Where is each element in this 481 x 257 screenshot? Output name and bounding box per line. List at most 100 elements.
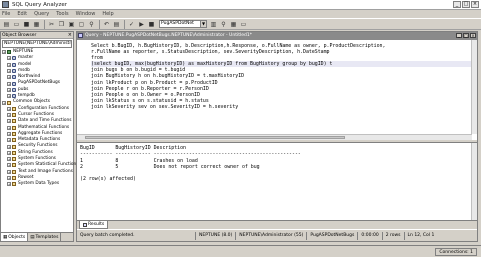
- folder-icon: [12, 163, 16, 168]
- maximize-button[interactable]: □: [462, 1, 470, 8]
- folder-icon: [12, 132, 16, 136]
- code-line: join lkSeverity sev on sev.SeverityID = …: [91, 103, 239, 110]
- expand-icon[interactable]: +: [7, 94, 11, 99]
- status-elapsed: 0:00:00: [357, 231, 381, 240]
- results-pane-icon[interactable]: ▭: [239, 20, 248, 29]
- expand-icon[interactable]: +: [7, 87, 11, 92]
- scrollbar-thumb[interactable]: [85, 136, 345, 139]
- tab-templates[interactable]: ▤ Templates: [28, 233, 62, 241]
- close-icon[interactable]: ×: [68, 32, 72, 39]
- query-maximize-button[interactable]: □: [463, 33, 469, 38]
- status-position: Ln 12, Col 1: [403, 231, 438, 240]
- expand-icon[interactable]: +: [7, 157, 11, 162]
- close-button[interactable]: ×: [471, 1, 479, 8]
- menu-query[interactable]: Query: [34, 11, 49, 17]
- folder-icon: [7, 100, 11, 105]
- server-select[interactable]: NEPTUNE(NEPTUNE\Administrator): [2, 40, 72, 48]
- expand-icon[interactable]: +: [7, 182, 11, 187]
- title-bar: SQL Query Analyzer _ □ ×: [0, 0, 481, 10]
- expand-icon[interactable]: +: [7, 69, 11, 74]
- menu-window[interactable]: Window: [76, 11, 96, 17]
- object-search-icon[interactable]: ⚲: [219, 20, 228, 29]
- folder-icon: [12, 106, 16, 111]
- status-database: PugASPDotNetBugs: [306, 231, 357, 240]
- results-pane[interactable]: BugID BugHistoryID Description ----------…: [77, 143, 472, 220]
- results-vertical-scrollbar[interactable]: [471, 143, 477, 220]
- parse-query-icon[interactable]: ✓: [127, 20, 136, 29]
- toolbar: ▤ ▭ ■ ▦ ✂ ❐ ▣ ▢ ⚲ ↶ ▤ ✓ ▶ ■ PugASPDotNet…: [0, 18, 481, 30]
- paste-icon[interactable]: ▣: [67, 20, 76, 29]
- expand-icon[interactable]: +: [7, 75, 11, 80]
- objects-icon: ▦: [3, 234, 8, 240]
- folder-icon: [12, 144, 16, 149]
- database-icon: [12, 94, 16, 99]
- undo-icon[interactable]: ↶: [102, 20, 111, 29]
- grid-icon: [83, 222, 87, 227]
- folder-icon: [12, 150, 16, 155]
- query-editor[interactable]: Select b.BugID, h.BugHistoryID, b.Descri…: [77, 40, 472, 134]
- window-title: SQL Query Analyzer: [12, 1, 68, 8]
- tree-item[interactable]: + System Data Types: [2, 181, 73, 187]
- clear-icon[interactable]: ▢: [77, 20, 86, 29]
- status-server: NEPTUNE (8.0): [195, 231, 235, 240]
- cancel-query-icon[interactable]: ■: [147, 20, 156, 29]
- expand-icon[interactable]: +: [7, 56, 11, 61]
- save-icon[interactable]: ■: [22, 20, 31, 29]
- database-icon: [12, 69, 16, 74]
- toolbar-separator: [44, 19, 45, 29]
- query-minimize-button[interactable]: _: [456, 33, 462, 38]
- expand-icon[interactable]: +: [2, 100, 6, 105]
- folder-icon: [12, 157, 16, 162]
- tab-objects[interactable]: ▦ Objects: [1, 233, 29, 241]
- expand-icon[interactable]: +: [7, 62, 11, 67]
- expand-icon[interactable]: +: [7, 150, 11, 155]
- find-icon[interactable]: ⚲: [87, 20, 96, 29]
- status-rows: 2 rows: [381, 231, 404, 240]
- folder-icon: [12, 182, 16, 187]
- chevron-down-icon: ▼: [200, 21, 206, 27]
- result-line: (2 row(s) affected): [80, 176, 136, 183]
- expand-icon[interactable]: +: [7, 138, 11, 143]
- menu-help[interactable]: Help: [102, 11, 113, 17]
- expand-icon[interactable]: +: [7, 169, 11, 174]
- folder-icon: [12, 119, 16, 124]
- insert-template-icon[interactable]: ▦: [32, 20, 41, 29]
- execute-query-icon[interactable]: ▶: [137, 20, 146, 29]
- database-icon: [12, 56, 16, 61]
- minimize-button[interactable]: _: [453, 1, 461, 8]
- menu-tools[interactable]: Tools: [56, 11, 68, 17]
- expand-icon[interactable]: +: [7, 144, 11, 149]
- current-connection-icon[interactable]: ▦: [229, 20, 238, 29]
- menu-file[interactable]: File: [2, 11, 10, 17]
- copy-icon[interactable]: ❐: [57, 20, 66, 29]
- expand-icon[interactable]: +: [7, 132, 11, 136]
- new-query-icon[interactable]: ▤: [2, 20, 11, 29]
- tab-results[interactable]: Results: [79, 221, 109, 229]
- query-close-button[interactable]: ×: [470, 33, 476, 38]
- expand-icon[interactable]: +: [7, 176, 11, 181]
- object-browser-icon[interactable]: ▥: [209, 20, 218, 29]
- cut-icon[interactable]: ✂: [47, 20, 56, 29]
- server-icon: [7, 50, 11, 55]
- expand-icon[interactable]: +: [7, 119, 11, 124]
- results-mode-icon[interactable]: ▤: [112, 20, 121, 29]
- database-icon: [12, 81, 16, 86]
- database-select-value: PugASPDotNet: [161, 21, 194, 26]
- menu-edit[interactable]: Edit: [17, 11, 27, 17]
- expand-icon[interactable]: +: [7, 106, 11, 111]
- database-icon: [12, 75, 16, 80]
- expand-icon[interactable]: +: [7, 113, 11, 118]
- connections-count: Connections: 1: [435, 247, 477, 256]
- status-user: NEPTUNE\Administrator (55): [235, 231, 306, 240]
- database-select[interactable]: PugASPDotNet ▼: [159, 20, 207, 28]
- app-icon: [2, 1, 9, 8]
- expand-icon[interactable]: +: [2, 50, 6, 55]
- expand-icon[interactable]: +: [7, 125, 11, 130]
- object-browser-title: Object Browser ×: [1, 32, 73, 39]
- open-file-icon[interactable]: ▭: [12, 20, 21, 29]
- editor-vertical-scrollbar[interactable]: [471, 40, 477, 134]
- expand-icon[interactable]: +: [7, 81, 11, 86]
- status-message: Query batch completed.: [80, 232, 135, 238]
- folder-icon: [12, 125, 16, 130]
- expand-icon[interactable]: +: [7, 163, 11, 168]
